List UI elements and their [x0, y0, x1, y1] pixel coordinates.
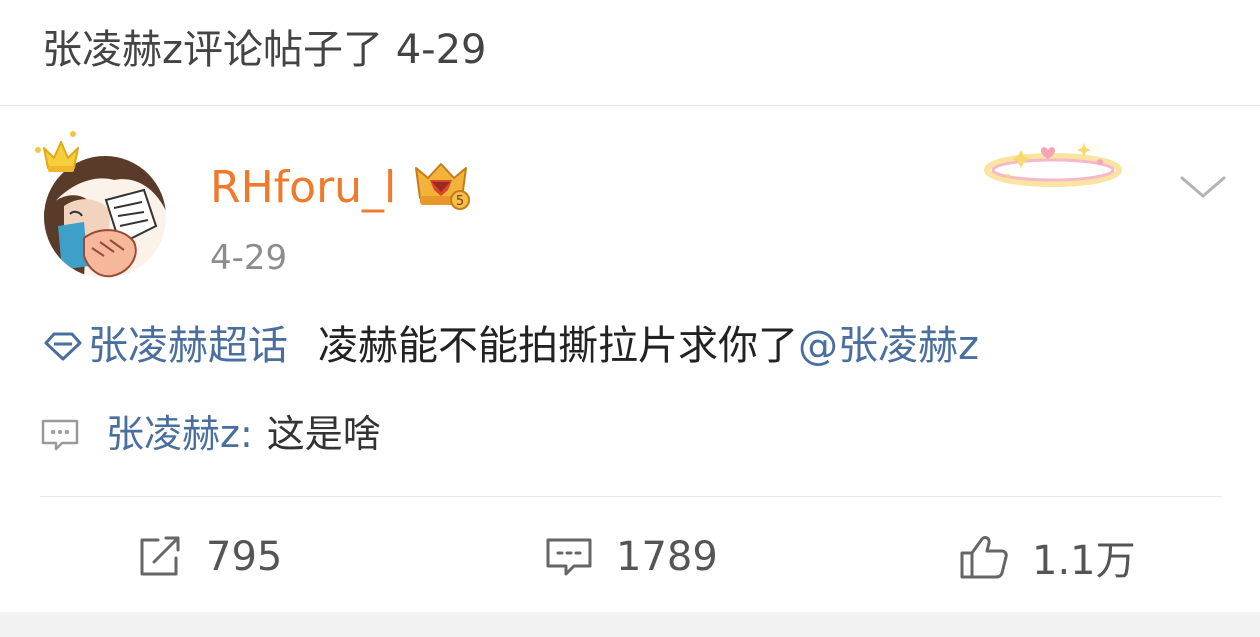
vip-level-badge-icon[interactable]: 5	[408, 160, 474, 212]
comment-count: 1789	[616, 534, 718, 580]
notification-title: 张凌赫z评论帖子了 4-29	[42, 27, 487, 73]
super-topic-label: 张凌赫超话	[88, 323, 288, 369]
mention-link[interactable]: @张凌赫z	[798, 323, 979, 369]
thumbs-up-icon	[960, 536, 1008, 579]
comment-bubble-icon	[41, 419, 79, 451]
decorative-halo-icon	[984, 143, 1122, 187]
like-button[interactable]: 1.1万	[958, 530, 1136, 584]
card-separator	[0, 612, 1260, 637]
comment-preview[interactable]: 张凌赫z: 这是啥	[40, 408, 381, 460]
post-text: 张凌赫超话 凌赫能不能拍撕拉片求你了@张凌赫z	[40, 318, 979, 374]
repost-count: 795	[206, 534, 283, 580]
post-content: 凌赫能不能拍撕拉片求你了	[318, 323, 798, 369]
post-time: 4-29	[210, 238, 288, 278]
weibo-post-card: 张凌赫z评论帖子了 4-29 RHforu_l 5 4-29 张凌赫超话 凌赫能…	[0, 0, 1260, 637]
post-username[interactable]: RHforu_l	[210, 160, 396, 216]
comment-author[interactable]: 张凌赫z	[106, 412, 240, 456]
comment-button[interactable]: 1789	[544, 530, 718, 584]
vip-level-number: 5	[456, 194, 464, 209]
comment-colon: :	[239, 412, 253, 456]
avatar-container[interactable]	[30, 128, 180, 283]
like-count: 1.1万	[1032, 538, 1136, 584]
notification-header: 张凌赫z评论帖子了 4-29	[0, 0, 1260, 106]
repost-button[interactable]: 795	[136, 530, 282, 584]
divider	[40, 496, 1222, 497]
crown-icon	[35, 131, 79, 172]
diamond-topic-icon	[44, 332, 82, 361]
comment-icon	[546, 538, 592, 576]
super-topic-link[interactable]: 张凌赫超话	[40, 323, 288, 369]
comment-text: 这是啥	[266, 412, 381, 456]
repost-icon	[140, 536, 180, 576]
chevron-down-icon[interactable]	[1176, 166, 1230, 206]
